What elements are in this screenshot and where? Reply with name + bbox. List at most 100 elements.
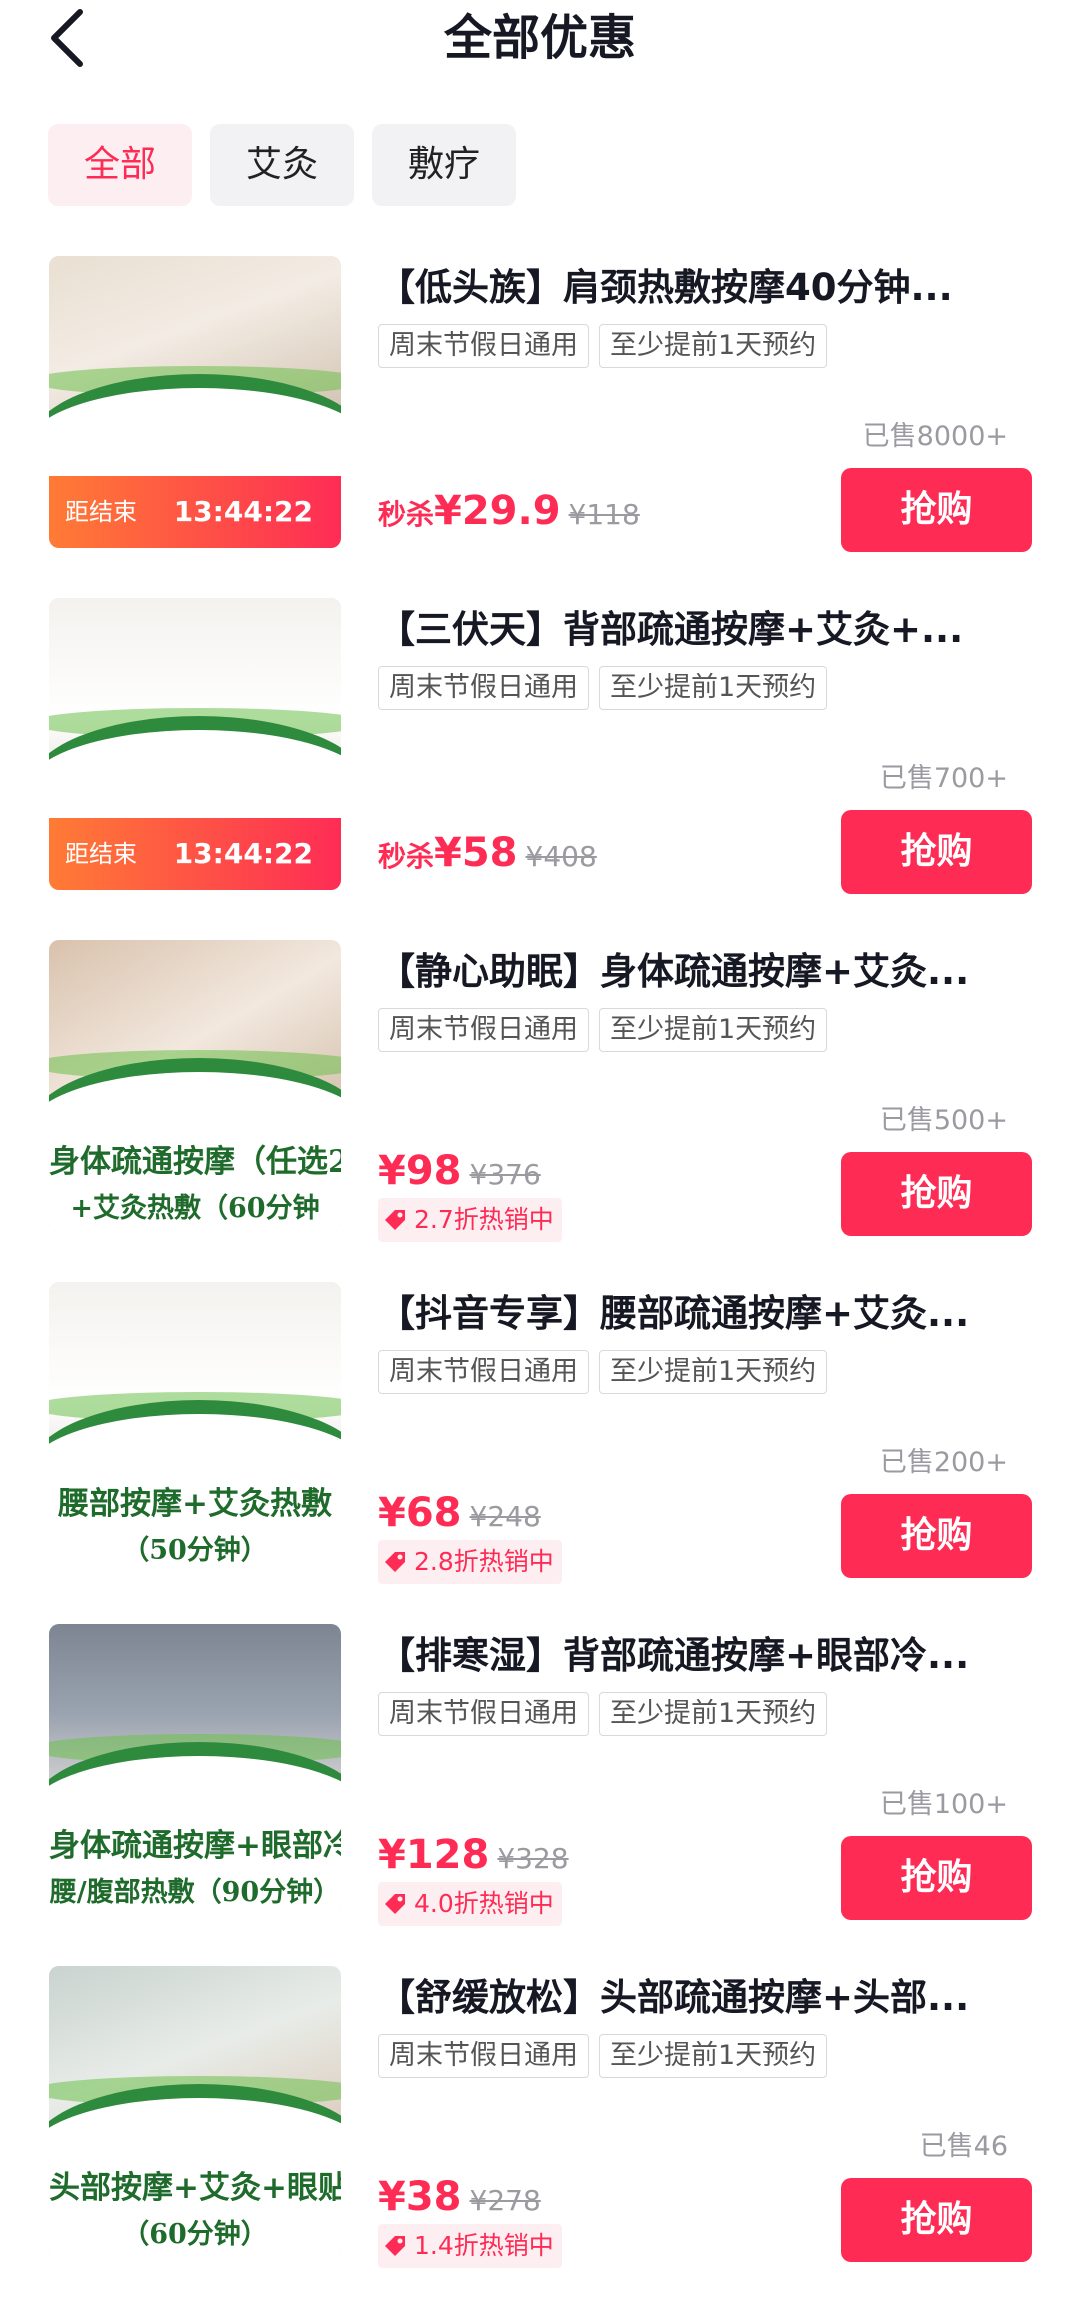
- image-caption: （50分钟）: [122, 1535, 268, 1566]
- deal-thumbnail[interactable]: 腰部按摩+艾灸热敷 （50分钟）: [49, 1282, 341, 1574]
- image-caption: +艾灸热敷（60分钟: [70, 1193, 320, 1224]
- buy-button[interactable]: 抢购: [841, 2178, 1032, 2262]
- deal-title[interactable]: 【三伏天】背部疏通按摩+艾灸+...: [378, 598, 1018, 662]
- buy-button[interactable]: 抢购: [841, 468, 1032, 552]
- original-price: ¥328: [497, 1842, 569, 1875]
- tab-moxibustion[interactable]: 艾灸: [210, 124, 355, 206]
- deal-item[interactable]: 身体疏通按摩（任选2 +艾灸热敷（60分钟 【静心助眠】身体疏通按摩+艾灸...…: [0, 936, 1080, 1278]
- price-row: ¥98 ¥376: [378, 1148, 541, 1194]
- deal-title[interactable]: 【舒缓放松】头部疏通按摩+头部...: [378, 1966, 1018, 2030]
- tag-weekend: 周末节假日通用: [378, 1692, 589, 1736]
- deal-tags: 周末节假日通用 至少提前1天预约: [378, 1692, 828, 1736]
- page-title: 全部优惠: [443, 10, 636, 66]
- original-price: ¥376: [469, 1158, 541, 1191]
- sale-price: ¥29.9: [434, 488, 561, 534]
- price-tag-icon: [385, 2236, 405, 2256]
- discount-text: 2.8折热销中: [414, 1547, 554, 1576]
- deal-thumbnail[interactable]: 头部按摩+艾灸+眼贴 （60分钟）: [49, 1966, 341, 2258]
- sold-count: 已售700+: [879, 763, 1008, 794]
- tag-booking: 至少提前1天预约: [599, 1692, 828, 1736]
- sale-price: ¥38: [378, 2174, 462, 2220]
- flash-sale-label: 秒杀: [378, 840, 435, 873]
- category-tabs: 全部 艾灸 敷疗: [48, 124, 517, 206]
- flash-sale-label: 秒杀: [378, 498, 435, 531]
- deal-tags: 周末节假日通用 至少提前1天预约: [378, 666, 828, 710]
- tab-compress[interactable]: 敷疗: [372, 124, 517, 206]
- buy-button[interactable]: 抢购: [841, 1152, 1032, 1236]
- countdown-banner: 距结束 13:44:22: [49, 476, 341, 548]
- deal-tags: 周末节假日通用 至少提前1天预约: [378, 2034, 828, 2078]
- countdown-time: 13:44:22: [173, 837, 313, 870]
- tag-booking: 至少提前1天预约: [599, 2034, 828, 2078]
- sale-price: ¥128: [378, 1832, 490, 1878]
- image-caption: 身体疏通按摩+眼部冷敷: [49, 1828, 341, 1864]
- deal-title[interactable]: 【排寒湿】背部疏通按摩+眼部冷...: [378, 1624, 1018, 1688]
- deal-item[interactable]: 头部按摩+艾灸+眼贴 （60分钟） 【舒缓放松】头部疏通按摩+头部... 周末节…: [0, 1962, 1080, 2304]
- tag-weekend: 周末节假日通用: [378, 2034, 589, 2078]
- price-tag-icon: [385, 1210, 405, 1230]
- original-price: ¥248: [469, 1500, 541, 1533]
- deal-item[interactable]: 身体疏通按摩+眼部冷敷 腰/腹部热敷（90分钟） 【排寒湿】背部疏通按摩+眼部冷…: [0, 1620, 1080, 1962]
- tab-all[interactable]: 全部: [48, 124, 193, 206]
- tag-weekend: 周末节假日通用: [378, 324, 589, 368]
- deal-thumbnail[interactable]: 肩颈按摩+艾灸热敷 距结束 13:44:22: [49, 256, 341, 548]
- countdown-label: 距结束: [65, 840, 137, 868]
- discount-text: 4.0折热销中: [414, 1889, 554, 1918]
- deal-title[interactable]: 【抖音专享】腰部疏通按摩+艾灸...: [378, 1282, 1018, 1346]
- header: 全部优惠: [0, 0, 1080, 110]
- tag-booking: 至少提前1天预约: [599, 1008, 828, 1052]
- deal-thumbnail[interactable]: 身体疏通按摩（任选2 +艾灸热敷（60分钟: [49, 940, 341, 1232]
- countdown-banner: 距结束 13:44:22: [49, 818, 341, 890]
- price-row: ¥128 ¥328: [378, 1832, 569, 1878]
- deal-tags: 周末节假日通用 至少提前1天预约: [378, 324, 828, 368]
- image-caption: 身体疏通按摩（任选2: [49, 1144, 341, 1180]
- sale-price: ¥58: [434, 830, 518, 876]
- tag-booking: 至少提前1天预约: [599, 666, 828, 710]
- discount-badge: 4.0折热销中: [378, 1882, 562, 1926]
- tag-booking: 至少提前1天预约: [599, 1350, 828, 1394]
- buy-button[interactable]: 抢购: [841, 810, 1032, 894]
- deal-thumbnail[interactable]: 身体疏通按摩+眼部冷敷 腰/腹部热敷（90分钟）: [49, 1624, 341, 1916]
- tag-booking: 至少提前1天预约: [599, 324, 828, 368]
- tag-weekend: 周末节假日通用: [378, 1008, 589, 1052]
- sale-price: ¥68: [378, 1490, 462, 1536]
- original-price: ¥118: [568, 498, 640, 531]
- sold-count: 已售200+: [879, 1447, 1008, 1478]
- original-price: ¥408: [525, 840, 597, 873]
- tag-weekend: 周末节假日通用: [378, 666, 589, 710]
- sold-count: 已售46: [919, 2131, 1008, 2162]
- image-caption: 腰部按摩+艾灸热敷: [58, 1486, 332, 1522]
- sold-count: 已售8000+: [862, 421, 1008, 452]
- discount-text: 2.7折热销中: [414, 1205, 554, 1234]
- price-row: 秒杀¥29.9 ¥118: [378, 488, 640, 534]
- discount-badge: 2.7折热销中: [378, 1198, 562, 1242]
- discount-badge: 1.4折热销中: [378, 2224, 562, 2268]
- price-row: ¥68 ¥248: [378, 1490, 541, 1536]
- tag-weekend: 周末节假日通用: [378, 1350, 589, 1394]
- deal-tags: 周末节假日通用 至少提前1天预约: [378, 1008, 828, 1052]
- deal-item[interactable]: 肩颈按摩+艾灸热敷 距结束 13:44:22 【低头族】肩颈热敷按摩40分钟..…: [0, 252, 1080, 594]
- image-caption: 头部按摩+艾灸+眼贴: [49, 2170, 341, 2206]
- countdown-time: 13:44:22: [173, 495, 313, 528]
- deal-title[interactable]: 【低头族】肩颈热敷按摩40分钟...: [378, 256, 1018, 320]
- deal-thumbnail[interactable]: 背部按摩+艾灸热敷 距结束 13:44:22: [49, 598, 341, 890]
- deal-tags: 周末节假日通用 至少提前1天预约: [378, 1350, 828, 1394]
- price-tag-icon: [385, 1894, 405, 1914]
- buy-button[interactable]: 抢购: [841, 1836, 1032, 1920]
- sale-price: ¥98: [378, 1148, 462, 1194]
- deal-title[interactable]: 【静心助眠】身体疏通按摩+艾灸...: [378, 940, 1018, 1004]
- discount-badge: 2.8折热销中: [378, 1540, 562, 1584]
- image-caption: 腰/腹部热敷（90分钟）: [49, 1877, 341, 1908]
- price-row: ¥38 ¥278: [378, 2174, 541, 2220]
- price-tag-icon: [385, 1552, 405, 1572]
- sold-count: 已售500+: [879, 1105, 1008, 1136]
- buy-button[interactable]: 抢购: [841, 1494, 1032, 1578]
- sold-count: 已售100+: [879, 1789, 1008, 1820]
- image-caption: （60分钟）: [122, 2219, 268, 2250]
- discount-text: 1.4折热销中: [414, 2231, 554, 2260]
- price-row: 秒杀¥58 ¥408: [378, 830, 597, 876]
- deal-item[interactable]: 腰部按摩+艾灸热敷 （50分钟） 【抖音专享】腰部疏通按摩+艾灸... 周末节假…: [0, 1278, 1080, 1620]
- original-price: ¥278: [469, 2184, 541, 2217]
- countdown-label: 距结束: [65, 498, 137, 526]
- deal-item[interactable]: 背部按摩+艾灸热敷 距结束 13:44:22 【三伏天】背部疏通按摩+艾灸+..…: [0, 594, 1080, 936]
